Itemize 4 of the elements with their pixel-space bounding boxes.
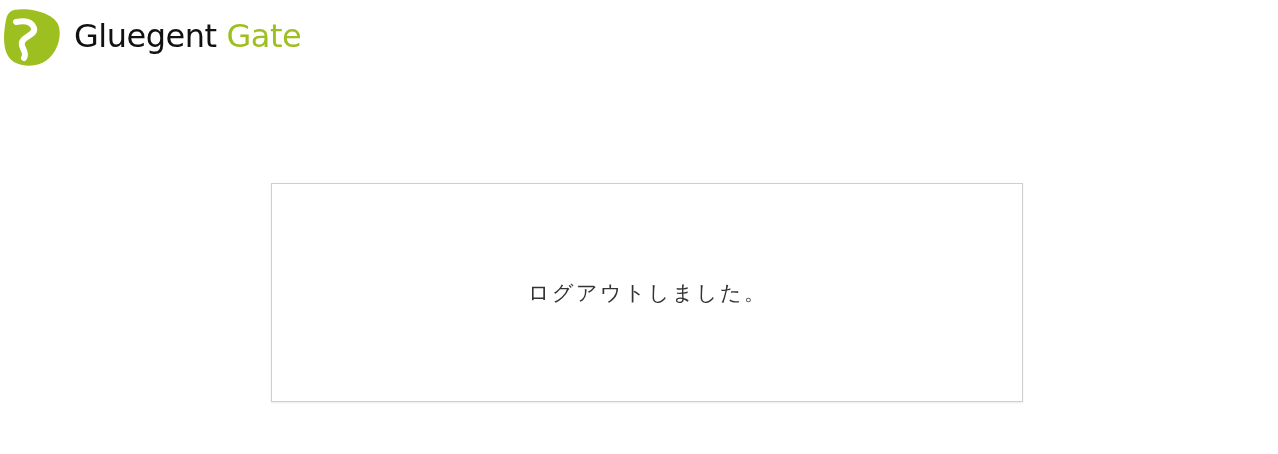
logo-icon [2, 8, 60, 66]
brand-name: Gluegent [74, 17, 217, 55]
logout-message: ログアウトしました。 [527, 279, 767, 307]
product-name: Gate [226, 17, 302, 55]
